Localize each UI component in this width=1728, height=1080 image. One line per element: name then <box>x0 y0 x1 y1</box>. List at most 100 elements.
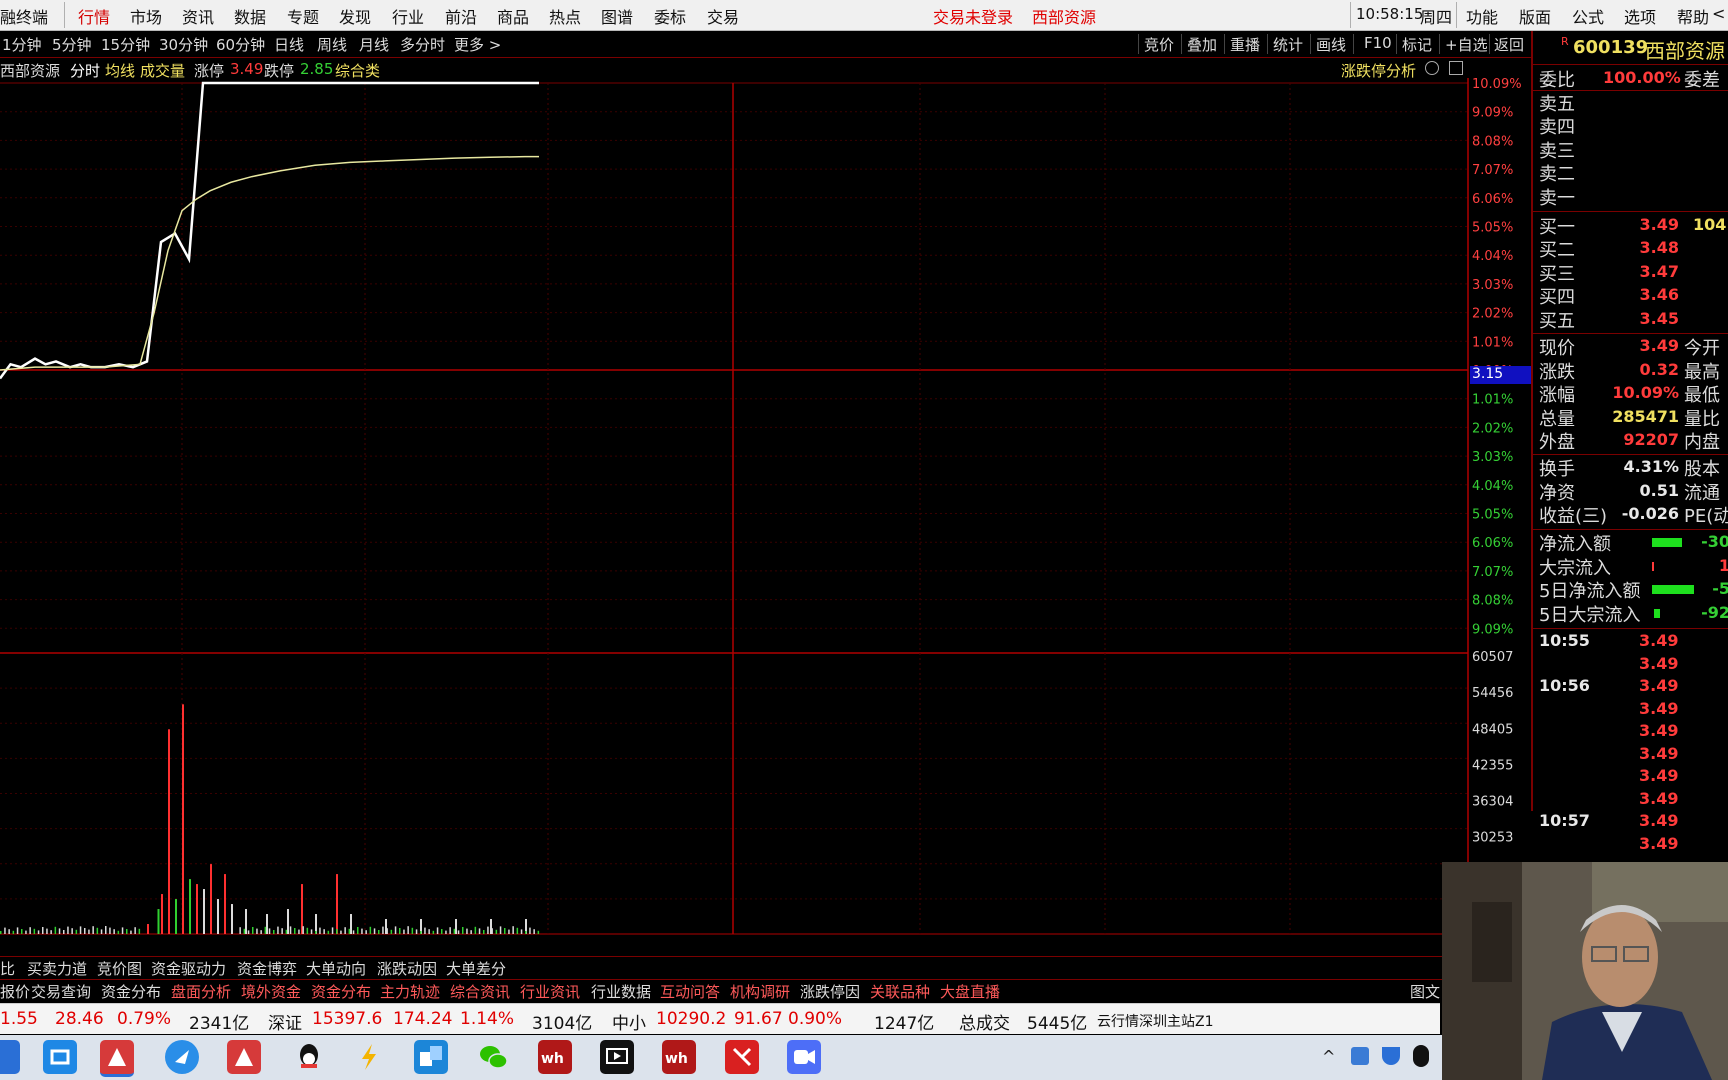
wechat-icon[interactable] <box>476 1040 510 1074</box>
tab-jigoudiaoyan[interactable]: 机构调研 <box>730 981 790 1002</box>
tab-zhuliguiji[interactable]: 主力轨迹 <box>380 981 440 1002</box>
tab-panmianfenxi[interactable]: 盘面分析 <box>171 981 231 1002</box>
tray-app-icon[interactable] <box>1351 1047 1369 1065</box>
shield-tray-icon[interactable] <box>1382 1047 1400 1065</box>
volume-bar <box>189 879 191 934</box>
period-week[interactable]: 周线 <box>317 34 347 55</box>
period-5min[interactable]: 5分钟 <box>52 34 92 55</box>
tool-add-watchlist[interactable]: +自选 <box>1445 34 1488 55</box>
wh6b-icon[interactable]: wh <box>662 1040 696 1074</box>
menu-gongneng[interactable]: 功能 <box>1466 4 1498 28</box>
chevron-up-icon[interactable]: ^ <box>1322 1047 1335 1066</box>
menu-hangqing[interactable]: 行情 <box>78 4 110 28</box>
qq-tray-icon[interactable] <box>1413 1045 1429 1067</box>
period-15min[interactable]: 15分钟 <box>101 34 150 55</box>
menu-redian[interactable]: 热点 <box>549 4 581 28</box>
period-multi[interactable]: 多分时 <box>400 34 445 55</box>
tab-baojia[interactable]: 报价 <box>0 981 30 1002</box>
divider <box>1350 2 1351 28</box>
tool-jingjia[interactable]: 竞价 <box>1144 34 1174 55</box>
period-more[interactable]: 更多 > <box>454 34 501 55</box>
period-month[interactable]: 月线 <box>359 34 389 55</box>
menu-qianyan[interactable]: 前沿 <box>445 4 477 28</box>
settings-circle-icon[interactable] <box>1425 61 1439 75</box>
volume-bar <box>264 926 267 934</box>
total-amount: 5445亿 <box>1027 1014 1088 1034</box>
server-status[interactable]: 云行情深圳主站Z1 <box>1097 1011 1214 1031</box>
period-day[interactable]: 日线 <box>274 34 304 55</box>
menu-shuju[interactable]: 数据 <box>234 4 266 28</box>
tab-dadandongxiang[interactable]: 大单动向 <box>306 958 366 979</box>
menu-zixun[interactable]: 资讯 <box>182 4 214 28</box>
tab-tuwen[interactable]: 图文 <box>1410 981 1440 1002</box>
volume-bar <box>487 926 489 934</box>
tab-bi[interactable]: 比 <box>0 958 15 979</box>
stat-value: 0.51 <box>1639 481 1679 500</box>
tab-jiaoyichaxun[interactable]: 交易查询 <box>31 981 91 1002</box>
wh6-icon[interactable]: wh <box>538 1040 572 1074</box>
tab-zonghezixun[interactable]: 综合资讯 <box>450 981 510 1002</box>
tool-diejia[interactable]: 叠加 <box>1187 34 1217 55</box>
tool-huaxian[interactable]: 画线 <box>1316 34 1346 55</box>
period-1min[interactable]: 1分钟 <box>2 34 42 55</box>
window-toggle-icon[interactable] <box>1449 61 1463 75</box>
y-axis-label: 2.02% <box>1472 307 1513 322</box>
menu-jiaoyi[interactable]: 交易 <box>707 4 739 28</box>
menu-shangpin[interactable]: 商品 <box>497 4 529 28</box>
ths-icon[interactable] <box>100 1040 134 1077</box>
tool-tongji[interactable]: 统计 <box>1273 34 1303 55</box>
tv-icon[interactable] <box>600 1040 634 1074</box>
meeting-icon[interactable] <box>787 1040 821 1074</box>
menu-zhuanti[interactable]: 专题 <box>287 4 319 28</box>
tab-guanlianpinzhong[interactable]: 关联品种 <box>870 981 930 1002</box>
menu-tupu[interactable]: 图谱 <box>601 4 633 28</box>
menu-gongshi[interactable]: 公式 <box>1572 4 1604 28</box>
ask1-label: 卖一 <box>1539 188 1575 209</box>
menu-hangye[interactable]: 行业 <box>392 4 424 28</box>
tick-price: 3.49 <box>1639 698 1679 718</box>
qq-icon[interactable] <box>292 1040 326 1074</box>
divider <box>1224 34 1225 54</box>
wps-icon[interactable] <box>725 1040 759 1074</box>
menu-bangzhu[interactable]: 帮助 <box>1677 4 1709 28</box>
clock-time: 10:58:15 <box>1356 5 1424 23</box>
app-blue-icon[interactable] <box>414 1040 448 1074</box>
menu-banmian[interactable]: 版面 <box>1519 4 1551 28</box>
menu-faxian[interactable]: 发现 <box>339 4 371 28</box>
tab-maimaili[interactable]: 买卖力道 <box>27 958 87 979</box>
menu-xuanxiang[interactable]: 选项 <box>1624 4 1656 28</box>
tool-chongbo[interactable]: 重播 <box>1230 34 1260 55</box>
tool-f10[interactable]: F10 <box>1364 34 1392 52</box>
feishu-icon[interactable] <box>165 1040 199 1074</box>
back-arrow-icon[interactable]: < <box>1712 4 1725 23</box>
thunder-icon[interactable] <box>352 1040 386 1074</box>
tab-jingjiatu[interactable]: 竞价图 <box>97 958 142 979</box>
tab-hudongwenda[interactable]: 互动问答 <box>660 981 720 1002</box>
app-m-icon[interactable] <box>43 1040 77 1074</box>
tab-zijinfenbu[interactable]: 资金分布 <box>101 981 161 1002</box>
volume-bar <box>92 926 94 934</box>
tab-dapanzhibo[interactable]: 大盘直播 <box>940 981 1000 1002</box>
tab-hangyeshuju[interactable]: 行业数据 <box>591 981 651 1002</box>
tool-return[interactable]: 返回 <box>1494 34 1524 55</box>
menu-shichang[interactable]: 市场 <box>130 4 162 28</box>
tab-dadanchafen[interactable]: 大单差分 <box>446 958 506 979</box>
total-label: 总成交 <box>959 1014 1010 1034</box>
menu-weibiao[interactable]: 委标 <box>654 4 686 28</box>
tool-biaoji[interactable]: 标记 <box>1402 34 1432 55</box>
windows-icon[interactable] <box>0 1040 20 1074</box>
tab-zijinfenbu2[interactable]: 资金分布 <box>311 981 371 1002</box>
trade-login-status[interactable]: 交易未登录 <box>933 4 1013 28</box>
volume-bar <box>361 928 363 934</box>
period-30min[interactable]: 30分钟 <box>159 34 208 55</box>
tab-hangyezixun[interactable]: 行业资讯 <box>520 981 580 1002</box>
intraday-chart[interactable]: 10.09% 9.09% 8.08% 7.07% 6.06% 5.05% 4.04% 3.03… <box>0 78 1531 936</box>
tab-zijinboyi[interactable]: 资金博弈 <box>237 958 297 979</box>
tab-zhangdiedongyin[interactable]: 涨跌动因 <box>377 958 437 979</box>
ths2-icon[interactable] <box>227 1040 261 1074</box>
tab-jingwaizijin[interactable]: 境外资金 <box>241 981 301 1002</box>
tab-zijinqudong[interactable]: 资金驱动力 <box>151 958 226 979</box>
flow-label: 5日大宗流入 <box>1539 605 1641 626</box>
period-60min[interactable]: 60分钟 <box>216 34 265 55</box>
tab-zhangdietingyin[interactable]: 涨跌停因 <box>800 981 860 1002</box>
